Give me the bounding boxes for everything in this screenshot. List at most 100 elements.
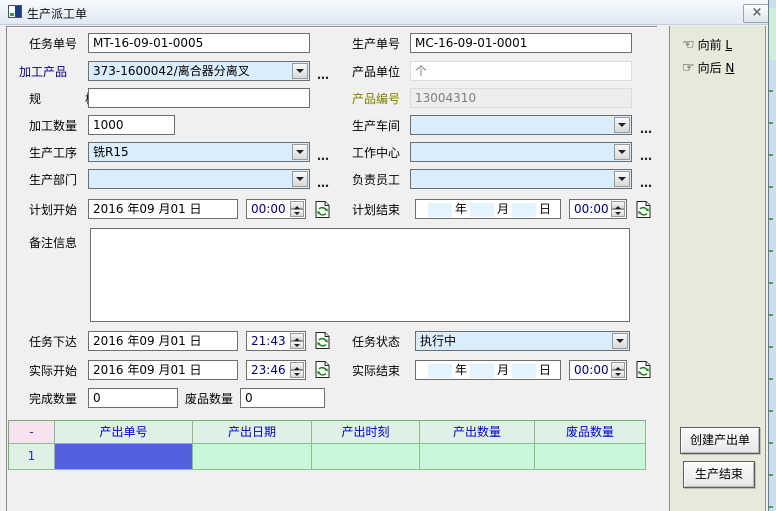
spin-up-icon[interactable]	[290, 362, 304, 370]
plan-start-date[interactable]: 2016 年09 月01 日	[88, 199, 238, 219]
product-value: 373-1600042/离合器分离叉	[93, 64, 250, 78]
employee-combobox[interactable]	[410, 169, 632, 189]
time-spinner[interactable]	[611, 362, 625, 378]
cell-scrap-qty[interactable]	[535, 444, 646, 470]
refresh-icon	[314, 331, 331, 350]
spin-down-icon[interactable]	[611, 370, 625, 378]
actual-start-refresh-button[interactable]	[314, 360, 331, 379]
workshop-combobox[interactable]	[410, 115, 632, 135]
time-spinner[interactable]	[611, 201, 625, 217]
issued-date[interactable]: 2016 年09 月01 日	[88, 331, 238, 351]
spin-up-icon[interactable]	[290, 333, 304, 341]
background-grid-lines	[769, 60, 773, 511]
cell-output-no-selected[interactable]	[55, 444, 193, 470]
time-spinner[interactable]	[290, 362, 304, 378]
col-header-scrap-qty[interactable]: 废品数量	[535, 421, 646, 444]
year-char: 年	[455, 202, 467, 216]
chevron-down-icon[interactable]	[614, 144, 630, 160]
chevron-down-icon[interactable]	[292, 171, 308, 187]
product-combobox[interactable]: 373-1600042/离合器分离叉	[88, 61, 310, 81]
issued-refresh-button[interactable]	[314, 331, 331, 350]
window-icon	[8, 5, 22, 18]
background-window-strip	[769, 0, 776, 511]
center-browse-button[interactable]: …	[640, 150, 654, 162]
col-header-output-time[interactable]: 产出时刻	[312, 421, 420, 444]
done-qty-input[interactable]: 0	[88, 388, 178, 408]
col-header-output-qty[interactable]: 产出数量	[420, 421, 535, 444]
time-spinner[interactable]	[290, 333, 304, 349]
issued-time[interactable]: 21:43	[246, 331, 306, 351]
spin-down-icon[interactable]	[290, 370, 304, 378]
plan-end-date[interactable]: 年月日	[415, 199, 561, 219]
remark-label: 备注信息	[29, 236, 77, 250]
cell-output-date[interactable]	[193, 444, 312, 470]
col-header-output-date[interactable]: 产出日期	[193, 421, 312, 444]
status-combobox[interactable]: 执行中	[415, 331, 630, 351]
close-button[interactable]: ×	[743, 4, 771, 23]
prod-no-label: 生产单号	[352, 37, 400, 51]
month-char: 月	[497, 363, 509, 377]
code-field: 13004310	[410, 88, 632, 108]
time-spinner[interactable]	[290, 201, 304, 217]
actual-start-time[interactable]: 23:46	[246, 360, 306, 380]
unit-field: 个	[410, 61, 632, 81]
product-label: 加工产品	[19, 65, 67, 79]
table-corner-cell[interactable]: -	[9, 421, 55, 444]
finish-production-button[interactable]: 生产结束	[683, 461, 755, 488]
time-value: 21:43	[251, 334, 286, 349]
window-icon-detail	[10, 13, 14, 16]
spin-down-icon[interactable]	[611, 209, 625, 217]
date-segment	[428, 203, 452, 217]
create-output-button[interactable]: 创建产出单	[680, 427, 760, 454]
spin-up-icon[interactable]	[290, 201, 304, 209]
nav-previous[interactable]: ☜向前 L	[682, 37, 732, 53]
cell-output-time[interactable]	[312, 444, 420, 470]
product-browse-button[interactable]: …	[317, 69, 331, 81]
col-header-output-no[interactable]: 产出单号	[55, 421, 193, 444]
year-char: 年	[455, 363, 467, 377]
nav-next[interactable]: ☞向后 N	[682, 60, 734, 76]
chevron-down-icon[interactable]	[612, 333, 628, 349]
prod-no-input[interactable]: MC-16-09-01-0001	[410, 33, 632, 53]
status-label: 任务状态	[352, 335, 400, 349]
remark-textarea[interactable]	[90, 228, 630, 322]
table-header-row: - 产出单号 产出日期 产出时刻 产出数量 废品数量	[9, 421, 646, 444]
spec-input[interactable]	[88, 88, 310, 108]
spin-down-icon[interactable]	[290, 209, 304, 217]
employee-browse-button[interactable]: …	[640, 177, 654, 189]
qty-input[interactable]: 1000	[88, 115, 175, 135]
spin-down-icon[interactable]	[290, 341, 304, 349]
dept-browse-button[interactable]: …	[317, 177, 331, 189]
plan-end-time[interactable]: 00:00	[569, 199, 627, 219]
chevron-down-icon[interactable]	[292, 63, 308, 79]
spin-up-icon[interactable]	[611, 362, 625, 370]
row-number-cell[interactable]: 1	[9, 444, 55, 470]
spin-up-icon[interactable]	[611, 201, 625, 209]
nav-next-label: 向后	[698, 61, 726, 75]
scrap-qty-input[interactable]: 0	[240, 388, 325, 408]
center-label: 工作中心	[352, 146, 400, 160]
plan-start-refresh-button[interactable]	[314, 200, 331, 219]
actual-end-date[interactable]: 年月日	[415, 360, 561, 380]
actual-start-date[interactable]: 2016 年09 月01 日	[88, 360, 238, 380]
dept-combobox[interactable]	[88, 169, 310, 189]
plan-start-time[interactable]: 00:00	[246, 199, 306, 219]
chevron-down-icon[interactable]	[614, 117, 630, 133]
actual-end-refresh-button[interactable]	[635, 360, 652, 379]
plan-end-refresh-button[interactable]	[635, 200, 652, 219]
actual-end-time[interactable]: 00:00	[569, 360, 627, 380]
nav-previous-label: 向前	[698, 38, 726, 52]
task-no-input[interactable]: MT-16-09-01-0005	[88, 33, 310, 53]
workshop-browse-button[interactable]: …	[640, 123, 654, 135]
chevron-down-icon[interactable]	[292, 144, 308, 160]
employee-label: 负责员工	[352, 173, 400, 187]
process-browse-button[interactable]: …	[317, 150, 331, 162]
chevron-down-icon[interactable]	[614, 171, 630, 187]
cell-output-qty[interactable]	[420, 444, 535, 470]
work-center-combobox[interactable]	[410, 142, 632, 162]
process-combobox[interactable]: 铣R15	[88, 142, 310, 162]
hand-left-icon: ☜	[682, 37, 695, 53]
scrap-qty-label: 废品数量	[185, 392, 233, 406]
nav-next-hotkey: N	[725, 61, 734, 75]
task-no-label: 任务单号	[29, 37, 77, 51]
